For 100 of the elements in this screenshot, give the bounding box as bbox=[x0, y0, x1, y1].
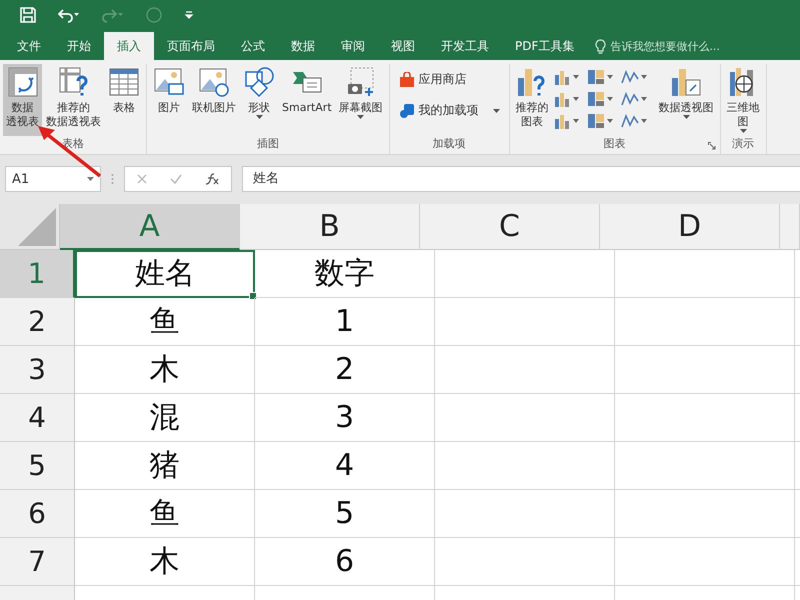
ribbon-tab[interactable]: 开始 bbox=[54, 32, 104, 60]
table-cell: 鱼 bbox=[75, 490, 255, 538]
row-header[interactable]: 1 bbox=[0, 250, 75, 298]
bar-chart-icon bbox=[670, 66, 702, 98]
group-label: 演示 bbox=[732, 136, 754, 151]
globe-picture-icon bbox=[198, 66, 230, 98]
table-cell: 2 bbox=[255, 346, 435, 394]
dialog-launcher-icon[interactable] bbox=[708, 142, 716, 150]
checkmark-icon[interactable] bbox=[170, 174, 182, 184]
chart-icon bbox=[620, 113, 639, 129]
tell-me-field[interactable]: 告诉我您想要做什么... bbox=[610, 40, 750, 52]
table-cell: 猪 bbox=[75, 442, 255, 490]
ribbon-tab[interactable]: 视图 bbox=[378, 32, 428, 60]
ribbon-tab[interactable]: 数据 bbox=[278, 32, 328, 60]
caret-icon bbox=[640, 75, 647, 79]
fill-handle[interactable] bbox=[249, 292, 257, 300]
triangle-icon bbox=[18, 208, 56, 246]
chart-icon bbox=[620, 91, 639, 107]
ribbon-button[interactable]: 屏幕截图 bbox=[336, 64, 386, 136]
formula-field[interactable]: 姓名 bbox=[242, 166, 800, 192]
row-header[interactable]: 7 bbox=[0, 538, 75, 586]
customize-toolbar-icon[interactable] bbox=[184, 10, 194, 20]
pivot-table-icon bbox=[6, 66, 38, 98]
shopping-bag-icon bbox=[398, 72, 415, 88]
caret-icon bbox=[572, 75, 579, 79]
chart-icon bbox=[586, 69, 605, 85]
ribbon-button[interactable]: 推荐的 数据透视表 bbox=[43, 64, 104, 136]
undo-icon[interactable] bbox=[58, 7, 80, 23]
group-label: 加载项 bbox=[432, 136, 466, 151]
ribbon-tab[interactable]: 页面布局 bbox=[154, 32, 228, 60]
ribbon-tab[interactable]: 文件 bbox=[4, 32, 54, 60]
table-cell: 姓名 bbox=[75, 250, 255, 298]
caret-icon bbox=[606, 97, 613, 101]
grip-icon bbox=[111, 173, 114, 185]
group-label: 图表 bbox=[604, 136, 626, 151]
caret-icon bbox=[492, 108, 500, 112]
name-box[interactable]: A1 bbox=[5, 166, 101, 192]
caret-icon bbox=[256, 115, 262, 119]
caret-icon bbox=[640, 119, 647, 123]
caret-icon bbox=[606, 119, 613, 123]
ribbon-button[interactable]: 形状 bbox=[240, 64, 278, 136]
ribbon-button[interactable]: 推荐的 图表 bbox=[512, 64, 552, 136]
caret-icon bbox=[640, 97, 647, 101]
column-header[interactable]: C bbox=[420, 204, 600, 250]
caret-icon bbox=[572, 97, 579, 101]
ribbon-button[interactable]: 联机图片 bbox=[189, 64, 239, 136]
save-icon[interactable] bbox=[20, 7, 36, 23]
ribbon-button[interactable]: 三维地 图 bbox=[724, 64, 763, 136]
group-label: 插图 bbox=[256, 136, 279, 151]
column-header[interactable]: A bbox=[60, 204, 240, 250]
chart-icon bbox=[620, 69, 639, 85]
chart-icon bbox=[586, 91, 605, 107]
table-cell: 木 bbox=[75, 538, 255, 586]
ribbon-button[interactable]: 应用商店 bbox=[396, 70, 502, 89]
caret-icon bbox=[682, 115, 690, 119]
ribbon-button[interactable]: 图片 bbox=[150, 64, 188, 136]
row-header[interactable]: 5 bbox=[0, 442, 75, 490]
column-header[interactable]: B bbox=[240, 204, 420, 250]
caret-icon bbox=[606, 75, 613, 79]
ribbon-button[interactable]: 我的加载项 bbox=[396, 101, 502, 120]
cancel-icon[interactable] bbox=[136, 174, 147, 184]
cell-reference: A1 bbox=[12, 172, 30, 186]
row-header[interactable]: 2 bbox=[0, 298, 75, 346]
table-cell: 数字 bbox=[255, 250, 435, 298]
row-header[interactable]: 3 bbox=[0, 346, 75, 394]
lightbulb-icon bbox=[595, 38, 606, 54]
ribbon-button[interactable]: SmartArt bbox=[279, 64, 335, 136]
chart-icon bbox=[552, 113, 571, 129]
chart-icon bbox=[552, 91, 571, 107]
ribbon-tab[interactable]: 插入 bbox=[104, 32, 154, 60]
chart-icon bbox=[552, 69, 571, 85]
table-cell: 4 bbox=[255, 442, 435, 490]
row-header[interactable]: 6 bbox=[0, 490, 75, 538]
question-table-icon bbox=[58, 66, 90, 98]
caret-icon bbox=[87, 177, 94, 181]
caret-icon bbox=[572, 119, 579, 123]
row-header[interactable]: 4 bbox=[0, 394, 75, 442]
column-header[interactable]: D bbox=[600, 204, 780, 250]
function-icon[interactable] bbox=[205, 173, 220, 185]
table-cell: 混 bbox=[75, 394, 255, 442]
table-cell: 5 bbox=[255, 490, 435, 538]
table-icon bbox=[108, 66, 140, 98]
ribbon-tab[interactable]: 审阅 bbox=[328, 32, 378, 60]
table-cell: 鱼 bbox=[75, 298, 255, 346]
caret-icon bbox=[740, 129, 747, 133]
table-cell: 木 bbox=[75, 346, 255, 394]
chart-icon bbox=[586, 113, 605, 129]
table-cell: 1 bbox=[255, 298, 435, 346]
ribbon-tab[interactable]: 公式 bbox=[228, 32, 278, 60]
table-cell: 3 bbox=[255, 394, 435, 442]
ribbon-button[interactable]: 数据透视图 bbox=[656, 64, 717, 136]
ribbon-button[interactable]: 数据 透视表 bbox=[3, 64, 42, 136]
picture-icon bbox=[153, 66, 185, 98]
table-cell: 6 bbox=[255, 538, 435, 586]
ribbon-button[interactable]: 表格 bbox=[105, 64, 143, 136]
ribbon-tab[interactable]: PDF工具集 bbox=[502, 32, 588, 60]
shapes-icon bbox=[243, 66, 275, 98]
ribbon-tab[interactable]: 开发工具 bbox=[428, 32, 502, 60]
caret-icon bbox=[357, 115, 364, 119]
puzzle-icon bbox=[398, 102, 415, 118]
